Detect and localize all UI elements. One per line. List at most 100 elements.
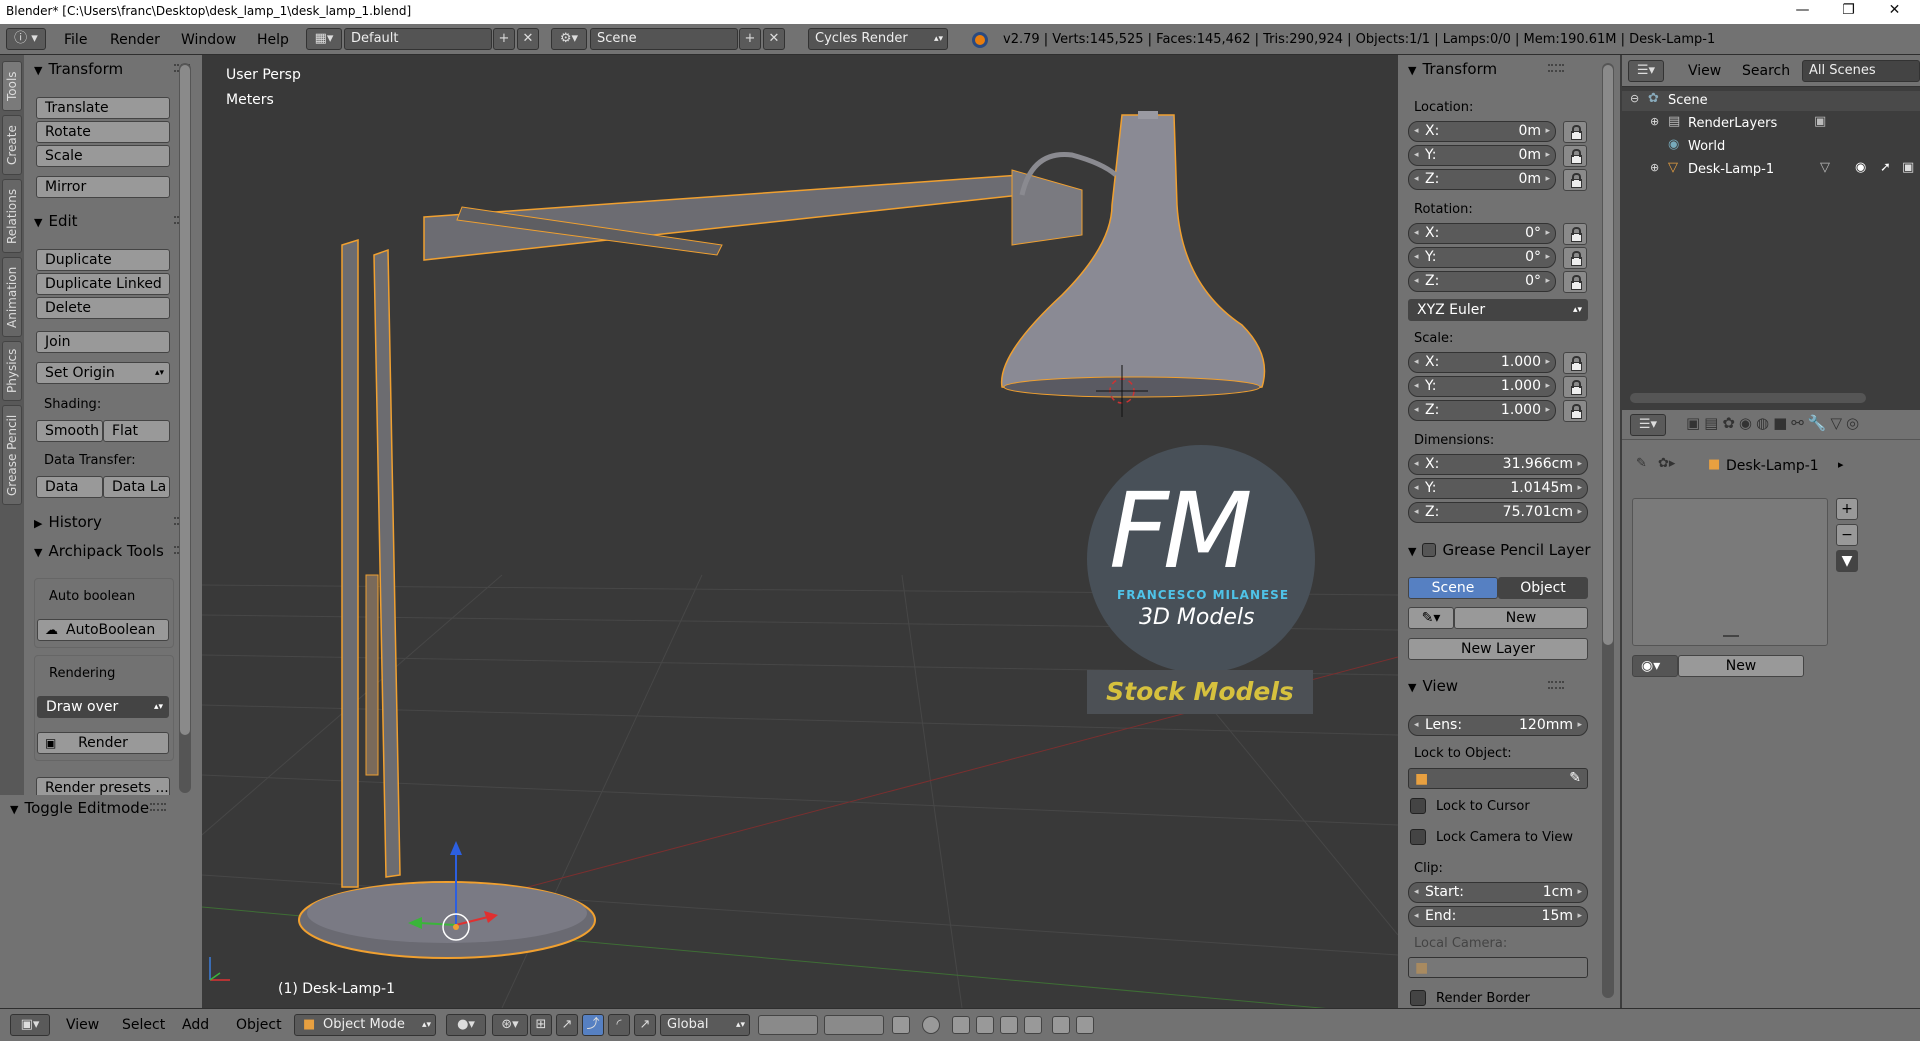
render-button[interactable]: Render xyxy=(37,732,169,754)
clip-end-field[interactable]: ◂ End: 15m ▸ xyxy=(1408,906,1588,927)
scale-z-field[interactable]: ◂ Z: 1.000 ▸ xyxy=(1408,400,1556,421)
render-engine-dropdown[interactable]: Cycles Render ▴▾ xyxy=(808,28,948,50)
toggle-editmode-header[interactable]: ▼ Toggle Editmode xyxy=(0,797,174,819)
pin-icon[interactable]: ✎ xyxy=(1636,456,1647,471)
outliner-row-scene[interactable]: ⊖ ✿ Scene xyxy=(1622,91,1920,111)
menu-add[interactable]: Add xyxy=(182,1017,209,1033)
viewport-shading-icon[interactable]: ●▾ xyxy=(446,1014,486,1036)
data-layout-button[interactable]: Data La xyxy=(103,476,170,498)
add-slot-button[interactable]: + xyxy=(1836,498,1858,520)
translate-button[interactable]: Translate xyxy=(36,97,170,119)
lock-location-y-icon[interactable] xyxy=(1563,145,1587,167)
lock-scale-z-icon[interactable] xyxy=(1563,400,1587,422)
scene-selector-icon[interactable]: ⚙▾ xyxy=(551,28,587,50)
delete-button[interactable]: Delete xyxy=(36,297,170,319)
lock-scale-y-icon[interactable] xyxy=(1563,376,1587,398)
add-scene-icon[interactable]: + xyxy=(739,28,761,50)
tab-tools[interactable]: Tools xyxy=(2,61,22,111)
material-slot-list[interactable] xyxy=(1632,498,1828,646)
local-camera-field[interactable]: ■ xyxy=(1408,957,1588,978)
edit-panel-header[interactable]: ▼ Edit xyxy=(24,210,198,232)
rotate-manipulator-icon[interactable]: ⤴ xyxy=(582,1014,604,1036)
minimize-button[interactable]: — xyxy=(1780,0,1825,22)
dimension-x-field[interactable]: ◂ X: 31.966cm ▸ xyxy=(1408,454,1588,475)
gp-new-button[interactable]: New xyxy=(1454,607,1588,629)
editor-type-info-icon[interactable]: ⓘ ▾ xyxy=(6,28,46,50)
maximize-button[interactable]: ❐ xyxy=(1826,0,1871,22)
mirror-button[interactable]: Mirror xyxy=(36,176,170,198)
menu-view[interactable]: View xyxy=(66,1017,99,1033)
npanel-scrollbar[interactable] xyxy=(1602,63,1614,998)
tab-grease-pencil[interactable]: Grease Pencil xyxy=(2,405,22,505)
opengl-render-icon[interactable] xyxy=(1052,1016,1070,1034)
lock-scale-x-icon[interactable] xyxy=(1563,352,1587,374)
rotation-z-field[interactable]: ◂ Z: 0° ▸ xyxy=(1408,271,1556,292)
mode-dropdown[interactable]: ■ Object Mode ▴▾ xyxy=(294,1014,436,1036)
rotation-y-field[interactable]: ◂ Y: 0° ▸ xyxy=(1408,247,1556,268)
layer-lock-icon[interactable] xyxy=(892,1016,910,1034)
menu-file[interactable]: File xyxy=(64,32,87,48)
outliner-search-menu[interactable]: Search xyxy=(1742,63,1790,79)
add-layout-icon[interactable]: + xyxy=(493,28,515,50)
properties-context-tabs[interactable]: ▣▤✿◉◍■⚯🔧▽◎ xyxy=(1686,414,1863,432)
transform-panel-header[interactable]: ▼ Transform xyxy=(24,58,198,80)
gp-brush-icon[interactable]: ✎▾ xyxy=(1408,607,1454,629)
layer-buttons-group-2[interactable] xyxy=(824,1015,884,1035)
lock-camera-checkbox[interactable] xyxy=(1410,829,1426,845)
tab-relations[interactable]: Relations xyxy=(2,179,22,253)
menu-object[interactable]: Object xyxy=(236,1017,282,1033)
editor-type-3d-icon[interactable]: ▣▾ xyxy=(10,1014,50,1036)
lock-location-x-icon[interactable] xyxy=(1563,121,1587,143)
dimension-z-field[interactable]: ◂ Z: 75.701cm ▸ xyxy=(1408,502,1588,523)
location-x-field[interactable]: ◂ X: 0m ▸ xyxy=(1408,121,1556,142)
menu-window[interactable]: Window xyxy=(181,32,236,48)
screen-layout-icon[interactable]: ▦▾ xyxy=(306,28,342,50)
outliner-view-menu[interactable]: View xyxy=(1688,63,1721,79)
scale-button[interactable]: Scale xyxy=(36,145,170,167)
gp-object-tab[interactable]: Object xyxy=(1498,577,1588,599)
rotation-mode-dropdown[interactable]: XYZ Euler ▴▾ xyxy=(1408,299,1588,321)
snap-toggle-icon[interactable] xyxy=(952,1016,970,1034)
properties-editor-icon[interactable]: ☰▾ xyxy=(1630,414,1666,436)
proportional-edit-icon[interactable] xyxy=(922,1016,940,1034)
history-panel-header[interactable]: ▶ History xyxy=(24,511,198,533)
duplicate-linked-button[interactable]: Duplicate Linked xyxy=(36,273,170,295)
join-button[interactable]: Join xyxy=(36,331,170,353)
outliner-row-desk-lamp[interactable]: ⊕ ▽ Desk-Lamp-1 ▽ ◉ ➚ ▣ xyxy=(1622,160,1920,180)
tab-physics[interactable]: Physics xyxy=(2,341,22,401)
outliner-row-world[interactable]: ◉ World xyxy=(1622,137,1920,157)
gp-scene-tab[interactable]: Scene xyxy=(1408,577,1498,599)
dimension-y-field[interactable]: ◂ Y: 1.0145m ▸ xyxy=(1408,478,1588,499)
archipack-panel-header[interactable]: ▼ Archipack Tools xyxy=(24,540,198,562)
scale-x-field[interactable]: ◂ X: 1.000 ▸ xyxy=(1408,352,1556,373)
transform-orientation-dropdown[interactable]: Global ▴▾ xyxy=(660,1014,750,1036)
grease-pencil-layer-header[interactable]: ▼ Grease Pencil Layer xyxy=(1398,539,1594,561)
material-new-button[interactable]: New xyxy=(1678,655,1804,677)
clip-start-field[interactable]: ◂ Start: 1cm ▸ xyxy=(1408,882,1588,903)
lock-rotation-x-icon[interactable] xyxy=(1563,223,1587,245)
menu-select[interactable]: Select xyxy=(122,1017,165,1033)
snap-element-icon[interactable] xyxy=(976,1016,994,1034)
n-transform-header[interactable]: ▼ Transform xyxy=(1398,58,1572,80)
lock-rotation-z-icon[interactable] xyxy=(1563,271,1587,293)
lock-to-cursor-checkbox[interactable] xyxy=(1410,798,1426,814)
location-y-field[interactable]: ◂ Y: 0m ▸ xyxy=(1408,145,1556,166)
remove-scene-icon[interactable]: ✕ xyxy=(763,28,785,50)
rotation-x-field[interactable]: ◂ X: 0° ▸ xyxy=(1408,223,1556,244)
outliner-editor-icon[interactable]: ☰▾ xyxy=(1628,60,1664,82)
lock-object-field[interactable]: ■ ✎ xyxy=(1408,768,1588,789)
slot-specials-button[interactable]: ▼ xyxy=(1836,550,1858,572)
draw-over-dropdown[interactable]: Draw over ▴▾ xyxy=(37,696,169,718)
snap-target-icon[interactable] xyxy=(1000,1016,1018,1034)
3d-viewport[interactable]: User Persp Meters (1) Desk-Lamp-1 FM FRA… xyxy=(202,55,1398,1008)
outliner-filter-dropdown[interactable]: All Scenes xyxy=(1802,60,1920,82)
render-border-checkbox[interactable] xyxy=(1410,990,1426,1006)
outliner-row-renderlayers[interactable]: ⊕ ▤ RenderLayers ▣ xyxy=(1622,114,1920,134)
remove-slot-button[interactable]: − xyxy=(1836,524,1858,546)
rotate-button[interactable]: Rotate xyxy=(36,121,170,143)
toolshelf-scrollbar[interactable] xyxy=(179,63,191,793)
remove-layout-icon[interactable]: ✕ xyxy=(517,28,539,50)
menu-render[interactable]: Render xyxy=(110,32,160,48)
outliner-hscrollbar[interactable] xyxy=(1630,393,1866,403)
material-browse-icon[interactable]: ◉▾ xyxy=(1632,655,1678,677)
